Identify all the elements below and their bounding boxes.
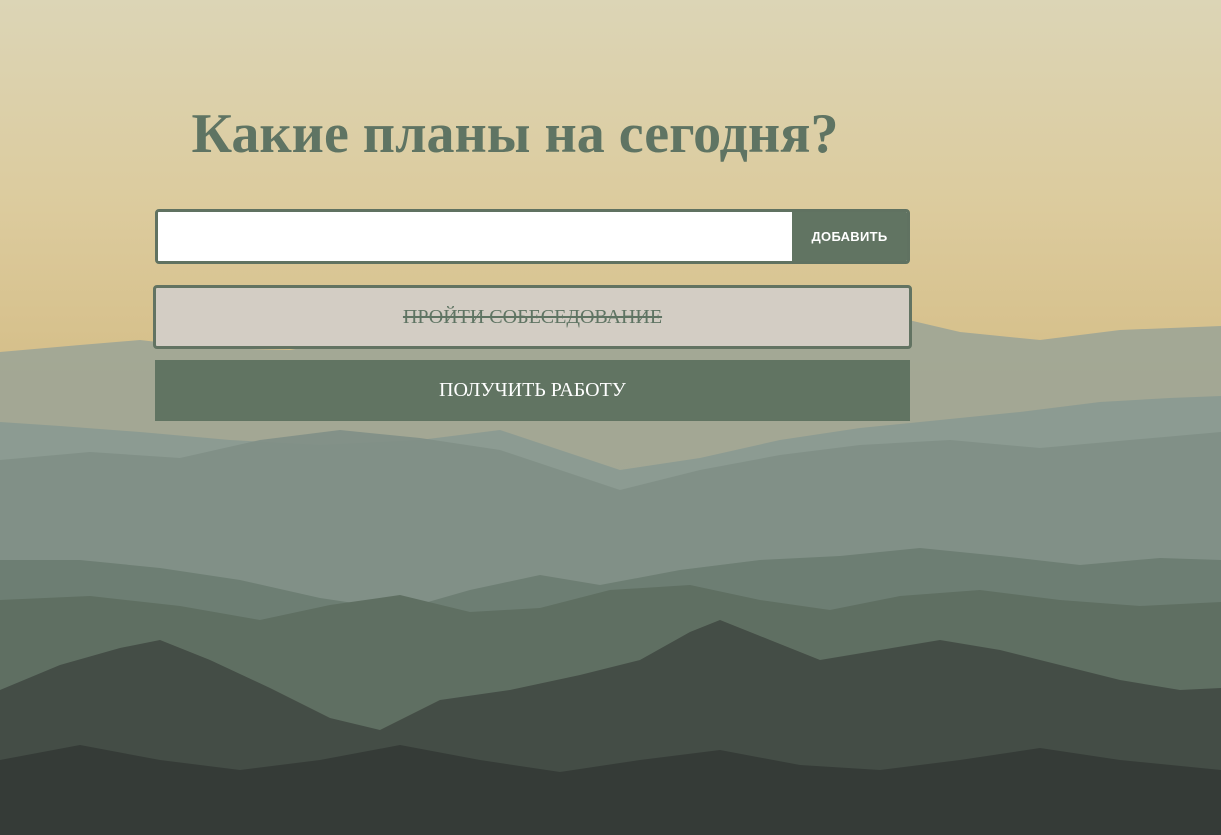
todo-input[interactable] [158, 212, 792, 261]
todo-item[interactable]: ПОЛУЧИТЬ РАБОТУ [155, 360, 910, 421]
todo-item-label: ПОЛУЧИТЬ РАБОТУ [439, 379, 626, 401]
todo-item-label: ПРОЙТИ СОБЕСЕДОВАНИЕ [402, 305, 663, 328]
todo-list: ПРОЙТИ СОБЕСЕДОВАНИЕ ПОЛУЧИТЬ РАБОТУ [153, 285, 912, 421]
todo-item-completed[interactable]: ПРОЙТИ СОБЕСЕДОВАНИЕ [153, 285, 912, 349]
add-todo-form: ДОБАВИТЬ [155, 209, 910, 264]
page-title: Какие планы на сегодня? [191, 103, 839, 165]
add-button[interactable]: ДОБАВИТЬ [792, 212, 907, 261]
